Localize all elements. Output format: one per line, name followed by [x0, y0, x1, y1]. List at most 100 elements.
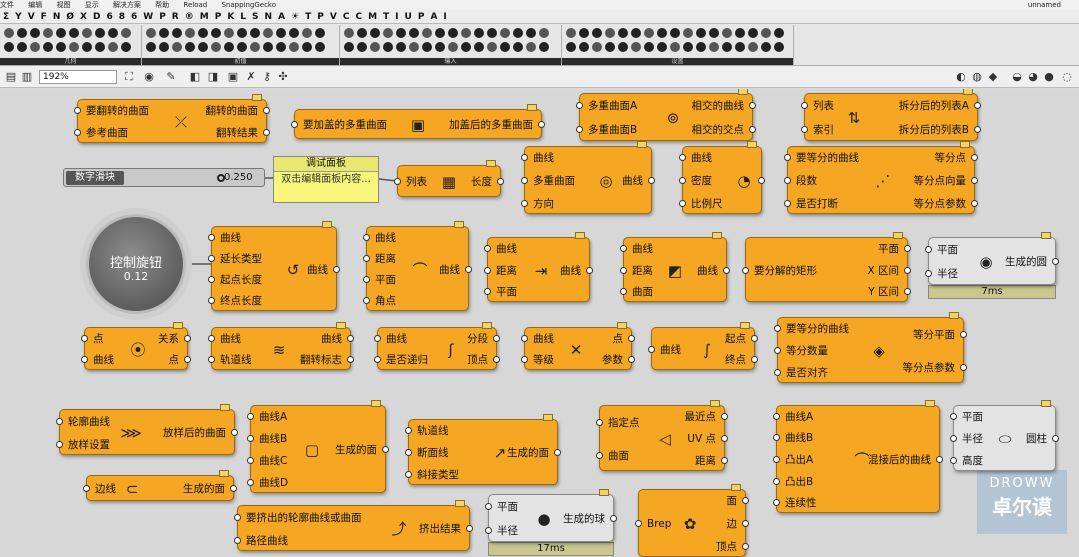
component-len[interactable]: 列表 长度 ▦	[394, 160, 504, 197]
material-icon[interactable]: ◕	[1026, 70, 1040, 84]
input-grip[interactable]	[784, 154, 791, 162]
input-grip[interactable]	[679, 199, 686, 207]
component-icon[interactable]	[370, 42, 380, 52]
input-grip[interactable]	[247, 435, 254, 442]
input-grip[interactable]	[521, 334, 528, 342]
output-grip[interactable]	[721, 457, 728, 464]
input-grip[interactable]	[374, 356, 381, 364]
component-icon[interactable]	[539, 42, 549, 52]
component-icon[interactable]	[579, 28, 589, 38]
component-icon[interactable]	[696, 42, 706, 52]
output-grip[interactable]	[742, 520, 749, 527]
debug-panel[interactable]: 调试面板 双击编辑面板内容...	[273, 156, 379, 203]
component-tab-1[interactable]: Y	[15, 12, 22, 22]
output-grip[interactable]	[333, 265, 340, 273]
component-tab-2[interactable]: V	[28, 12, 35, 22]
component-tab-7[interactable]: D	[93, 12, 100, 22]
component-tab-8[interactable]: 6	[106, 12, 112, 22]
component-edge[interactable]: 边线 生成的面 ⊂	[83, 470, 237, 501]
eye-icon[interactable]: ◉	[142, 70, 156, 84]
component-icon[interactable]	[121, 42, 131, 52]
output-grip[interactable]	[610, 515, 617, 522]
component-icon[interactable]	[4, 28, 14, 38]
component-offs[interactable]: 曲线 距离 曲面 曲线 ◩	[620, 232, 730, 302]
component-icon[interactable]	[17, 42, 27, 52]
component-icon[interactable]	[644, 28, 654, 38]
component-tab-22[interactable]: ☀	[291, 12, 299, 22]
output-grip[interactable]	[230, 485, 237, 492]
output-grip[interactable]	[721, 435, 728, 442]
component-icon[interactable]	[289, 28, 299, 38]
input-grip[interactable]	[81, 356, 88, 364]
disable-icon[interactable]: ✗	[244, 70, 258, 84]
component-tab-10[interactable]: 6	[131, 12, 137, 22]
component-tab-15[interactable]: M	[200, 12, 209, 22]
component-icon[interactable]	[422, 42, 432, 52]
component-icon[interactable]	[315, 28, 325, 38]
input-grip[interactable]	[56, 417, 63, 425]
output-grip[interactable]	[936, 456, 943, 463]
input-grip[interactable]	[774, 325, 781, 332]
component-cap[interactable]: 要加盖的多重曲面 加盖后的多重曲面 ▣	[291, 104, 545, 139]
input-grip[interactable]	[247, 457, 254, 464]
component-orient[interactable]: 曲线 轨道线 曲线 翻转标志 ≋	[208, 322, 354, 370]
input-grip[interactable]	[521, 199, 528, 207]
bake-icon[interactable]: ▣	[226, 70, 240, 84]
menu-reload[interactable]: Reload	[183, 1, 207, 9]
output-grip[interactable]	[721, 413, 728, 420]
zoom-select[interactable]: 192%	[39, 70, 117, 84]
component-icon[interactable]	[172, 42, 182, 52]
component-icon[interactable]	[409, 28, 419, 38]
component-sweep[interactable]: 轨道线 断面线 斜接类型 生成的面 ↗	[405, 414, 561, 485]
component-icon[interactable]	[383, 42, 393, 52]
preview-icon[interactable]: ◧	[188, 70, 202, 84]
output-grip[interactable]	[904, 266, 911, 274]
component-icon[interactable]	[159, 42, 169, 52]
component-icon[interactable]	[722, 42, 732, 52]
component-icon[interactable]	[263, 42, 273, 52]
component-mci[interactable]: 多重曲面A 多重曲面B 相交的曲线 相交的交点 ⊚	[576, 89, 756, 141]
component-icon[interactable]	[461, 28, 471, 38]
component-icon[interactable]	[56, 42, 66, 52]
control-knob[interactable]: 控制旋钮 0.12	[86, 214, 186, 314]
component-icon[interactable]	[237, 42, 247, 52]
component-icon[interactable]	[487, 28, 497, 38]
input-grip[interactable]	[247, 479, 254, 486]
input-grip[interactable]	[679, 154, 686, 162]
cluster-icon[interactable]: ✣	[276, 70, 290, 84]
component-icon[interactable]	[69, 28, 79, 38]
component-icon[interactable]	[709, 28, 719, 38]
component-icon[interactable]	[566, 28, 576, 38]
component-icon[interactable]	[172, 28, 182, 38]
component-icon[interactable]	[500, 28, 510, 38]
component-tab-30[interactable]: I	[395, 12, 398, 22]
input-grip[interactable]	[784, 199, 791, 207]
component-icon[interactable]	[344, 42, 354, 52]
input-grip[interactable]	[742, 266, 749, 274]
component-icon[interactable]	[198, 42, 208, 52]
component-icon[interactable]	[592, 28, 602, 38]
zoom-extents-icon[interactable]: ⛶	[122, 70, 136, 84]
menu-solution[interactable]: 解决方案	[113, 1, 141, 9]
input-grip[interactable]	[620, 244, 627, 252]
component-icon[interactable]	[409, 42, 419, 52]
component-contain[interactable]: 点曲线 关系点 ⦿	[81, 322, 191, 370]
input-grip[interactable]	[234, 513, 241, 521]
component-icon[interactable]	[631, 42, 641, 52]
component-icon[interactable]	[302, 42, 312, 52]
input-grip[interactable]	[635, 520, 642, 527]
component-icon[interactable]	[69, 42, 79, 52]
input-grip[interactable]	[925, 270, 932, 277]
component-endp[interactable]: 曲线 起点 终点 ∫	[648, 322, 758, 370]
output-grip[interactable]	[971, 177, 978, 184]
component-icon[interactable]	[159, 28, 169, 38]
input-grip[interactable]	[773, 499, 780, 507]
component-flip[interactable]: 要翻转的曲面 参考曲面 翻转的曲面 翻转结果 ⤫	[74, 94, 270, 143]
output-grip[interactable]	[184, 334, 191, 342]
menu-plugin[interactable]: SnappingGecko	[221, 1, 276, 9]
component-icon[interactable]	[461, 42, 471, 52]
output-grip[interactable]	[960, 363, 967, 371]
input-grip[interactable]	[405, 449, 412, 456]
input-grip[interactable]	[950, 435, 957, 442]
component-tab-9[interactable]: 8	[119, 12, 125, 22]
